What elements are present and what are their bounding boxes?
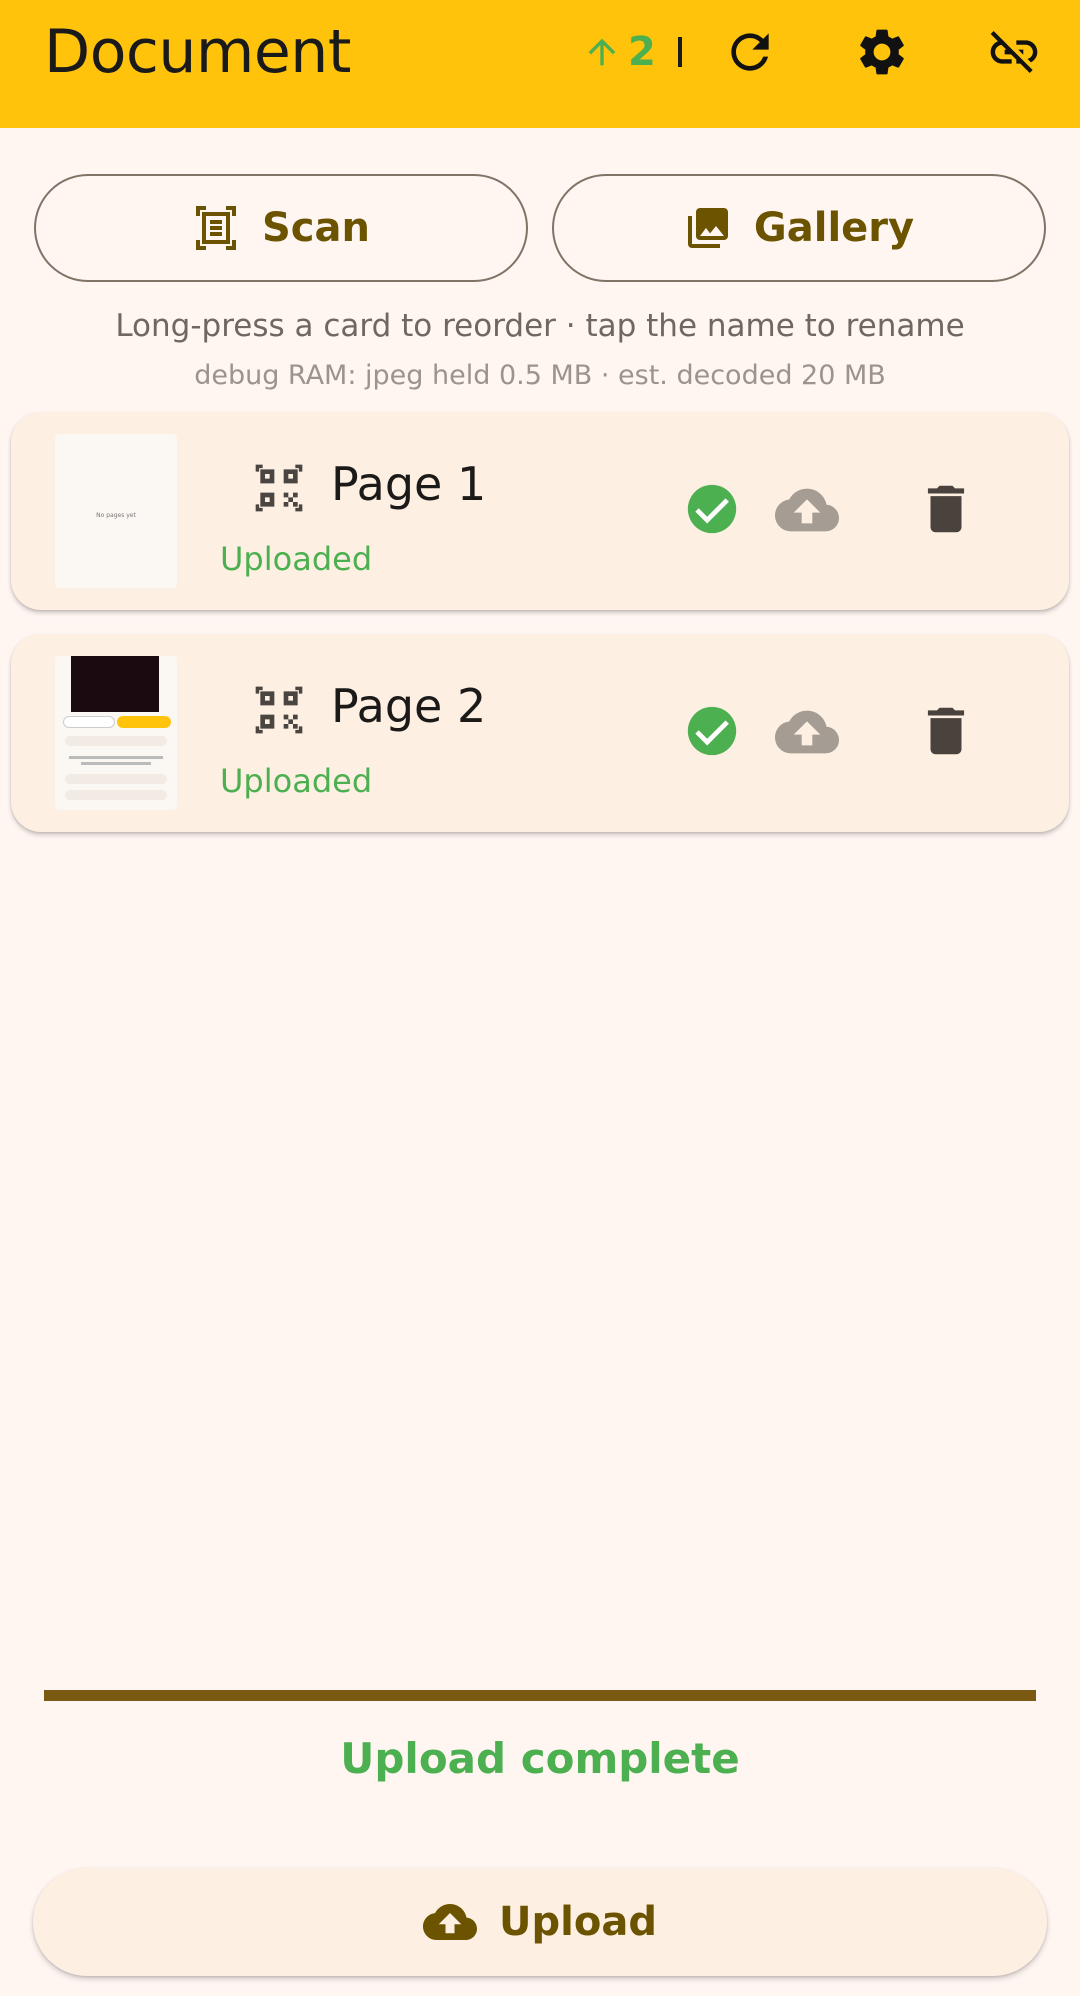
cloud-upload-button[interactable]	[775, 478, 839, 542]
debug-ram-info: debug RAM: jpeg held 0.5 MB · est. decod…	[194, 360, 886, 391]
cloud-upload-icon	[423, 1904, 478, 1940]
page-name[interactable]: Page 2	[331, 676, 486, 736]
thumbnail-graphic	[63, 716, 115, 728]
upload-status: Uploaded	[220, 762, 373, 800]
thumbnail-graphic	[65, 736, 167, 746]
refresh-icon	[731, 33, 769, 71]
delete-button[interactable]	[915, 478, 977, 540]
page-card[interactable]: No pages yet Page 1 Uploaded	[11, 412, 1069, 610]
thumbnail-graphic	[81, 762, 151, 765]
page-card[interactable]: Page 2 Uploaded	[11, 634, 1069, 832]
page-name[interactable]: Page 1	[331, 454, 486, 514]
app-bar: Document 2	[0, 0, 1080, 128]
disconnect-button[interactable]	[978, 16, 1050, 88]
thumbnail-graphic	[65, 774, 167, 784]
thumbnail-text: No pages yet	[96, 512, 136, 519]
link-off-icon	[990, 31, 1038, 73]
photo-library-icon	[687, 208, 728, 248]
scan-label: Scan	[262, 205, 370, 251]
scan-button[interactable]: Scan	[34, 174, 528, 282]
count-divider	[677, 37, 682, 67]
check-circle-icon	[683, 480, 741, 538]
refresh-button[interactable]	[714, 16, 786, 88]
thumbnail-graphic	[69, 756, 163, 759]
arrow-up-icon	[588, 38, 616, 66]
upload-status: Uploaded	[220, 540, 373, 578]
page-thumbnail[interactable]: No pages yet	[55, 434, 177, 588]
gallery-label: Gallery	[753, 205, 915, 251]
qr-code-icon	[251, 460, 307, 516]
upload-label: Upload	[499, 1899, 657, 1945]
check-circle-icon	[683, 702, 741, 760]
pending-count-value: 2	[628, 29, 656, 75]
pending-upload-count: 2	[582, 26, 682, 78]
settings-button[interactable]	[846, 16, 918, 88]
page-title: Document	[44, 17, 351, 87]
page-thumbnail[interactable]	[55, 656, 177, 810]
upload-button[interactable]: Upload	[33, 1868, 1047, 1976]
reorder-hint: Long-press a card to reorder · tap the n…	[115, 308, 965, 344]
thumbnail-graphic	[117, 716, 171, 728]
upload-progress-fill	[44, 1690, 1036, 1701]
upload-progress-bar	[44, 1690, 1036, 1701]
document-scanner-icon	[196, 206, 236, 250]
qr-code-icon	[251, 682, 307, 738]
gallery-button[interactable]: Gallery	[552, 174, 1046, 282]
thumbnail-graphic	[65, 790, 167, 800]
upload-complete-text: Upload complete	[340, 1734, 740, 1783]
settings-icon	[860, 29, 904, 75]
thumbnail-screenshot	[71, 656, 159, 712]
cloud-upload-button[interactable]	[775, 700, 839, 764]
delete-button[interactable]	[915, 700, 977, 762]
